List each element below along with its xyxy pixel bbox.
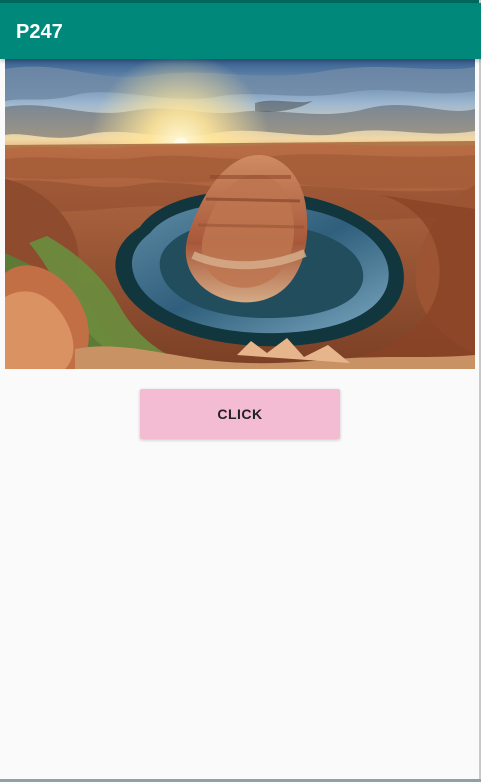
app-title: P247 xyxy=(16,21,63,43)
landscape-image xyxy=(5,59,475,369)
click-button[interactable]: CLICK xyxy=(140,389,340,439)
app-bar: P247 xyxy=(0,3,481,59)
